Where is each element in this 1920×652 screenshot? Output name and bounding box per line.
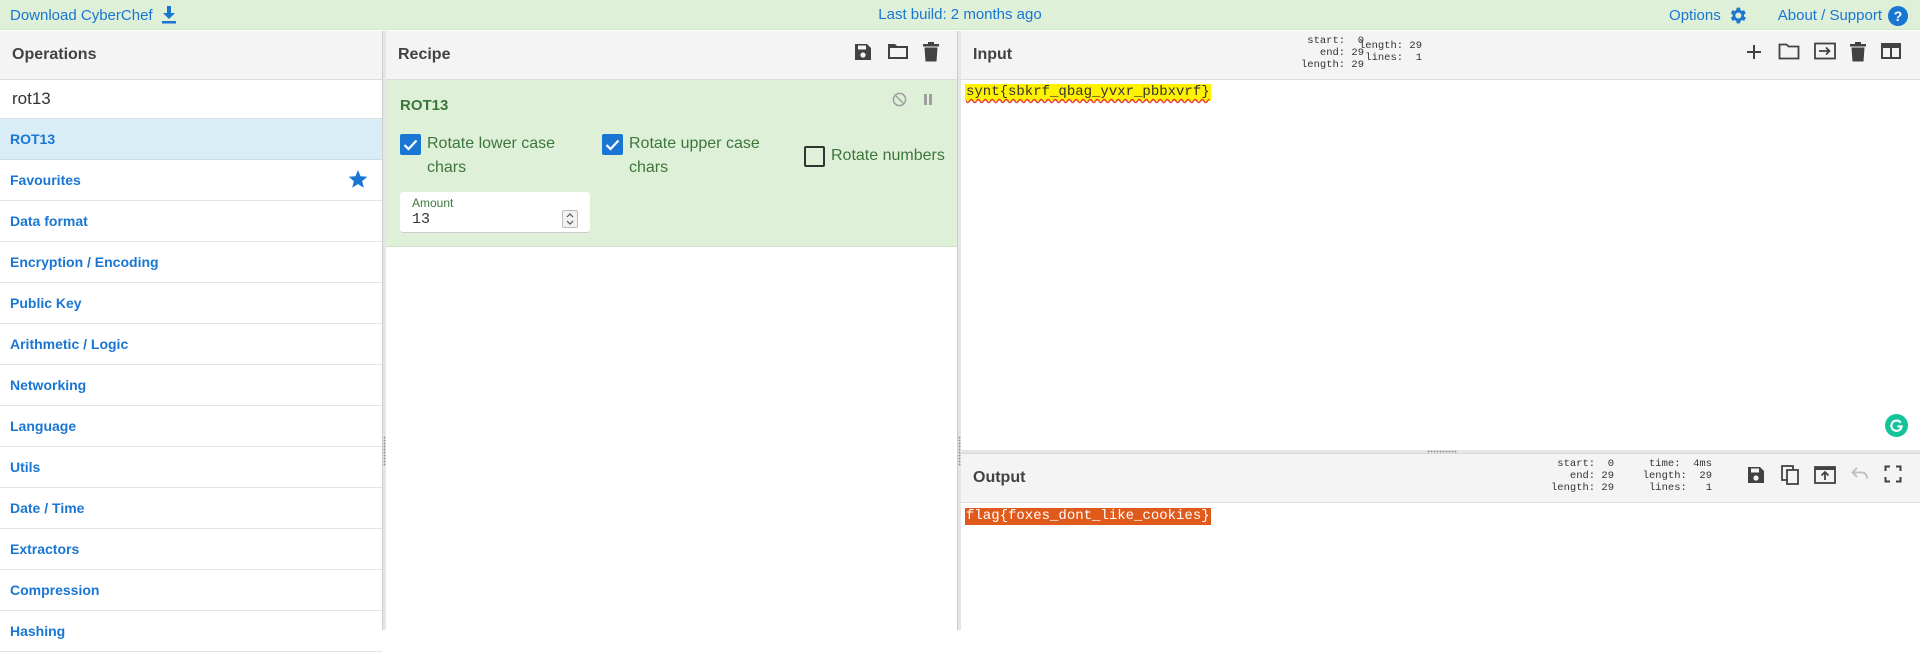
grammarly-icon[interactable] xyxy=(1885,414,1908,437)
amount-field[interactable]: Amount 13 xyxy=(400,192,590,233)
category-label[interactable]: Data format xyxy=(10,213,88,229)
category-favourites[interactable]: Favourites xyxy=(0,160,382,201)
category-extractors[interactable]: Extractors xyxy=(0,529,382,570)
input-textarea[interactable]: synt{sbkrf_qbag_yvxr_pbbxvrf} xyxy=(961,80,1920,450)
output-title: Output xyxy=(973,469,1025,487)
category-arithmetic-logic[interactable]: Arithmetic / Logic xyxy=(0,324,382,365)
open-file-icon[interactable] xyxy=(1778,42,1800,62)
checkbox-unchecked-icon[interactable] xyxy=(804,146,825,167)
clear-recipe-icon[interactable] xyxy=(923,42,939,62)
option-label-wrap: chars xyxy=(629,159,668,176)
option-label: Rotate numbers xyxy=(831,144,945,168)
checkbox-checked-icon[interactable] xyxy=(400,134,421,155)
option-rotate-numbers[interactable]: Rotate numbers xyxy=(804,144,945,168)
output-selection-stats: start: 0 end: 29 length: 29 xyxy=(1551,458,1614,494)
option-label-wrap: chars xyxy=(427,159,466,176)
help-icon[interactable]: ? xyxy=(1888,6,1908,26)
recipe-operation-rot13[interactable]: ROT13 Rotate lower case chars Rotate uppe… xyxy=(386,80,957,247)
category-label[interactable]: Hashing xyxy=(10,623,65,639)
recipe-operation-title: ROT13 xyxy=(400,97,448,114)
star-icon xyxy=(348,170,368,189)
category-label[interactable]: Public Key xyxy=(10,295,82,311)
category-compression[interactable]: Compression xyxy=(0,570,382,611)
category-label[interactable]: Favourites xyxy=(10,172,81,188)
save-output-icon[interactable] xyxy=(1746,465,1766,485)
category-public-key[interactable]: Public Key xyxy=(0,283,382,324)
option-rotate-lower[interactable]: Rotate lower case chars xyxy=(400,132,555,180)
category-encryption-encoding[interactable]: Encryption / Encoding xyxy=(0,242,382,283)
amount-value[interactable]: 13 xyxy=(412,211,430,228)
add-input-tab-icon[interactable] xyxy=(1744,42,1764,62)
options-label[interactable]: Options xyxy=(1669,7,1721,24)
category-utils[interactable]: Utils xyxy=(0,447,382,488)
load-recipe-icon[interactable] xyxy=(887,42,909,62)
clear-input-icon[interactable] xyxy=(1850,42,1866,62)
op-item-label[interactable]: ROT13 xyxy=(10,131,55,147)
maximise-output-icon[interactable] xyxy=(1884,465,1902,485)
option-label: Rotate upper case xyxy=(629,135,760,152)
category-label[interactable]: Utils xyxy=(10,459,40,475)
input-text[interactable]: synt{sbkrf_qbag_yvxr_pbbxvrf} xyxy=(965,84,1211,101)
input-header: Input start: 0 end: 29 length: 29 length… xyxy=(961,31,1920,80)
category-language[interactable]: Language xyxy=(0,406,382,447)
output-time-stats: time: 4ms length: 29 lines: 1 xyxy=(1643,458,1712,494)
operations-header: Operations xyxy=(0,31,382,80)
svg-text:?: ? xyxy=(1894,8,1903,24)
recipe-panel: Recipe ROT13 Rotate xyxy=(386,31,958,630)
checkbox-checked-icon[interactable] xyxy=(602,134,623,155)
save-recipe-icon[interactable] xyxy=(853,42,873,62)
copy-output-icon[interactable] xyxy=(1780,465,1800,485)
last-build-notice: Last build: 2 months ago xyxy=(878,6,1041,23)
category-hashing[interactable]: Hashing xyxy=(0,611,382,652)
output-section: Output start: 0 end: 29 length: 29 time:… xyxy=(961,453,1920,630)
output-header: Output start: 0 end: 29 length: 29 time:… xyxy=(961,454,1920,503)
download-icon[interactable] xyxy=(161,6,177,24)
category-label[interactable]: Arithmetic / Logic xyxy=(10,336,128,352)
category-networking[interactable]: Networking xyxy=(0,365,382,406)
disable-operation-icon[interactable] xyxy=(892,92,907,107)
io-panel: Input start: 0 end: 29 length: 29 length… xyxy=(961,31,1920,630)
gear-icon[interactable] xyxy=(1727,5,1748,26)
reset-layout-icon[interactable] xyxy=(1880,42,1902,62)
open-folder-icon[interactable] xyxy=(1814,42,1836,62)
input-length-stats: length: 29 lines: 1 xyxy=(1359,40,1422,64)
category-label[interactable]: Compression xyxy=(10,582,99,598)
recipe-header: Recipe xyxy=(386,31,957,80)
category-date-time[interactable]: Date / Time xyxy=(0,488,382,529)
category-label[interactable]: Extractors xyxy=(10,541,79,557)
input-title: Input xyxy=(973,46,1012,64)
amount-label: Amount xyxy=(412,196,453,210)
recipe-title: Recipe xyxy=(398,46,450,64)
output-text[interactable]: flag{foxes_dont_like_cookies} xyxy=(965,508,1211,525)
pause-breakpoint-icon[interactable] xyxy=(921,92,935,107)
option-rotate-upper[interactable]: Rotate upper case chars xyxy=(602,132,760,180)
op-item-rot13[interactable]: ROT13 xyxy=(0,119,382,160)
undo-icon[interactable] xyxy=(1850,465,1870,485)
operations-title: Operations xyxy=(12,46,96,64)
input-selection-stats: start: 0 end: 29 length: 29 xyxy=(1301,35,1364,71)
operations-panel: Operations rot13 ROT13 Favourites Data f… xyxy=(0,31,383,630)
amount-stepper[interactable] xyxy=(562,210,578,228)
replace-input-with-output-icon[interactable] xyxy=(1814,465,1836,485)
option-label: Rotate lower case xyxy=(427,135,555,152)
category-data-format[interactable]: Data format xyxy=(0,201,382,242)
top-banner: Download CyberChef Last build: 2 months … xyxy=(0,0,1920,30)
category-label[interactable]: Encryption / Encoding xyxy=(10,254,159,270)
download-label[interactable]: Download CyberChef xyxy=(10,7,153,24)
operations-search-input[interactable]: rot13 xyxy=(0,80,382,119)
category-label[interactable]: Language xyxy=(10,418,76,434)
download-link[interactable]: Download CyberChef xyxy=(10,6,177,24)
about-support-label[interactable]: About / Support xyxy=(1778,7,1882,24)
category-label[interactable]: Date / Time xyxy=(10,500,84,516)
category-label[interactable]: Networking xyxy=(10,377,86,393)
